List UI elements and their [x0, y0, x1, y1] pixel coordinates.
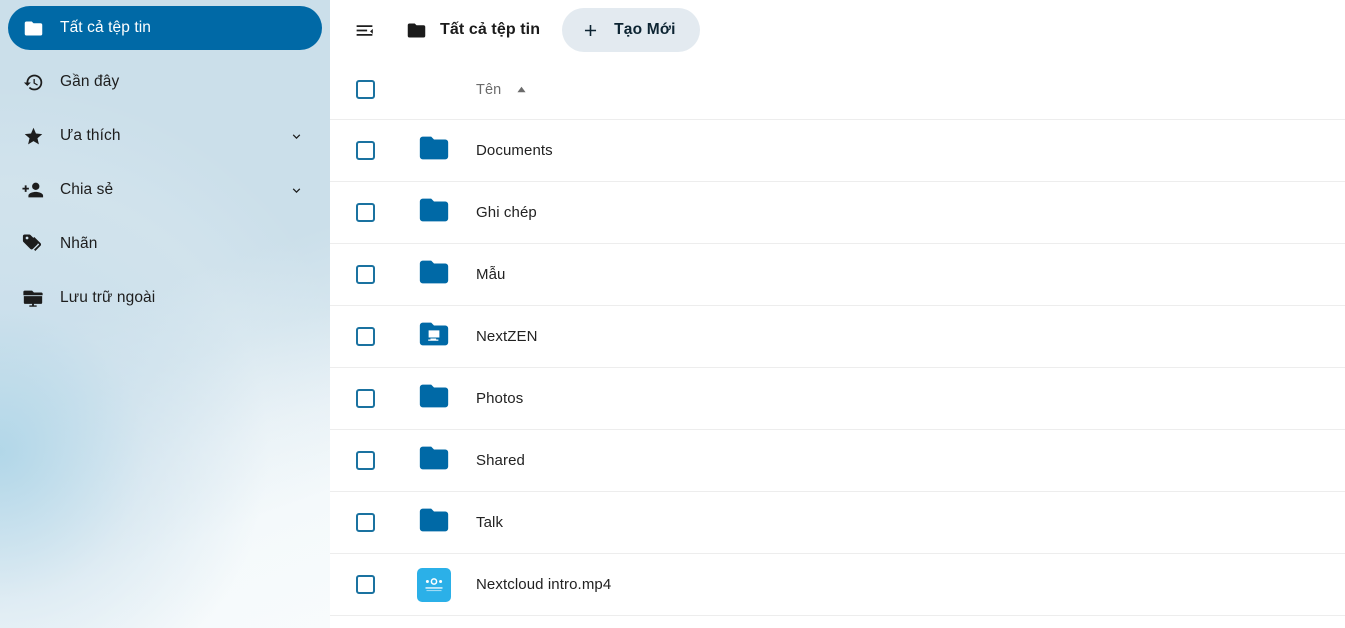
folder-external-icon: [417, 317, 451, 356]
folder-icon: [417, 503, 451, 542]
menu-open-icon[interactable]: [348, 14, 380, 46]
create-new-label: Tạo Mới: [614, 21, 676, 38]
row-checkbox[interactable]: [355, 265, 375, 284]
table-row[interactable]: NextZEN: [330, 306, 1345, 368]
sidebar-nav-list: Tất cả tệp tin Gần đây Ưa thích Chia sẻ …: [0, 6, 330, 320]
row-icon-cell: [392, 441, 476, 480]
select-all-checkbox[interactable]: [355, 80, 375, 99]
sidebar: Tất cả tệp tin Gần đây Ưa thích Chia sẻ …: [0, 0, 330, 628]
row-name: Mẫu: [476, 266, 506, 283]
sort-ascending-icon[interactable]: [515, 83, 528, 96]
table-row[interactable]: Nextcloud intro.mp4: [330, 554, 1345, 616]
account-plus-icon: [22, 179, 44, 201]
row-name: Documents: [476, 142, 553, 159]
row-name: Nextcloud intro.mp4: [476, 576, 612, 593]
row-checkbox[interactable]: [355, 575, 375, 594]
folder-icon: [22, 17, 44, 39]
sidebar-item-label: Gần đây: [60, 73, 120, 91]
column-header-name[interactable]: Tên: [476, 82, 1345, 98]
row-name: Photos: [476, 390, 524, 407]
folder-icon: [406, 19, 428, 41]
table-row[interactable]: Photos: [330, 368, 1345, 430]
files-app: Tất cả tệp tin Gần đây Ưa thích Chia sẻ …: [0, 0, 1345, 628]
files-table: Tên Documents Ghi chép Mẫu NextZEN Photo…: [330, 60, 1345, 616]
row-icon-cell: [392, 503, 476, 542]
sidebar-item-label: Nhãn: [60, 235, 98, 253]
history-icon: [22, 71, 44, 93]
row-name: Talk: [476, 514, 504, 531]
select-all-cell: [330, 80, 392, 99]
row-icon-cell: [392, 131, 476, 170]
chevron-down-icon[interactable]: [288, 182, 304, 198]
sidebar-item-favorites[interactable]: Ưa thích: [8, 114, 322, 158]
main-content: Tất cả tệp tin Tạo Mới Tên Documents Ghi…: [330, 0, 1345, 628]
row-name: NextZEN: [476, 328, 538, 345]
row-checkbox[interactable]: [355, 451, 375, 470]
external-storage-icon: [22, 287, 44, 309]
sidebar-item-all-files[interactable]: Tất cả tệp tin: [8, 6, 322, 50]
row-checkbox[interactable]: [355, 513, 375, 532]
row-checkbox-cell: [330, 513, 392, 532]
sidebar-item-external-storage[interactable]: Lưu trữ ngoài: [8, 276, 322, 320]
table-row[interactable]: Shared: [330, 430, 1345, 492]
sidebar-item-label: Chia sẻ: [60, 181, 114, 199]
row-checkbox-cell: [330, 203, 392, 222]
row-name: Shared: [476, 452, 525, 469]
row-checkbox[interactable]: [355, 389, 375, 408]
folder-icon: [417, 255, 451, 294]
sidebar-item-label: Lưu trữ ngoài: [60, 289, 156, 307]
row-checkbox-cell: [330, 575, 392, 594]
sidebar-item-recent[interactable]: Gần đây: [8, 60, 322, 104]
folder-icon: [417, 193, 451, 232]
table-row[interactable]: Talk: [330, 492, 1345, 554]
breadcrumb[interactable]: Tất cả tệp tin: [406, 19, 540, 41]
sidebar-item-tags[interactable]: Nhãn: [8, 222, 322, 266]
table-row[interactable]: Mẫu: [330, 244, 1345, 306]
row-icon-cell: [392, 567, 476, 602]
row-checkbox-cell: [330, 327, 392, 346]
create-new-button[interactable]: Tạo Mới: [562, 8, 700, 52]
row-icon-cell: [392, 317, 476, 356]
breadcrumb-label: Tất cả tệp tin: [440, 21, 541, 38]
row-checkbox-cell: [330, 141, 392, 160]
row-name: Ghi chép: [476, 204, 537, 221]
table-row[interactable]: Ghi chép: [330, 182, 1345, 244]
tag-multiple-icon: [22, 233, 44, 255]
topbar: Tất cả tệp tin Tạo Mới: [330, 0, 1345, 60]
table-row[interactable]: Documents: [330, 120, 1345, 182]
row-checkbox-cell: [330, 389, 392, 408]
star-icon: [22, 125, 44, 147]
folder-icon: [417, 379, 451, 418]
sidebar-item-label: Tất cả tệp tin: [60, 19, 152, 37]
row-checkbox[interactable]: [355, 203, 375, 222]
table-header-row: Tên: [330, 60, 1345, 120]
row-checkbox[interactable]: [355, 327, 375, 346]
column-header-name-label: Tên: [476, 81, 502, 98]
sidebar-item-shares[interactable]: Chia sẻ: [8, 168, 322, 212]
row-checkbox-cell: [330, 265, 392, 284]
chevron-down-icon[interactable]: [288, 128, 304, 144]
row-icon-cell: [392, 193, 476, 232]
video-thumbnail-icon: [417, 567, 451, 602]
row-icon-cell: [392, 255, 476, 294]
row-checkbox-cell: [330, 451, 392, 470]
folder-icon: [417, 131, 451, 170]
sidebar-item-label: Ưa thích: [60, 127, 121, 145]
row-checkbox[interactable]: [355, 141, 375, 160]
folder-icon: [417, 441, 451, 480]
plus-icon: [580, 20, 600, 40]
row-icon-cell: [392, 379, 476, 418]
